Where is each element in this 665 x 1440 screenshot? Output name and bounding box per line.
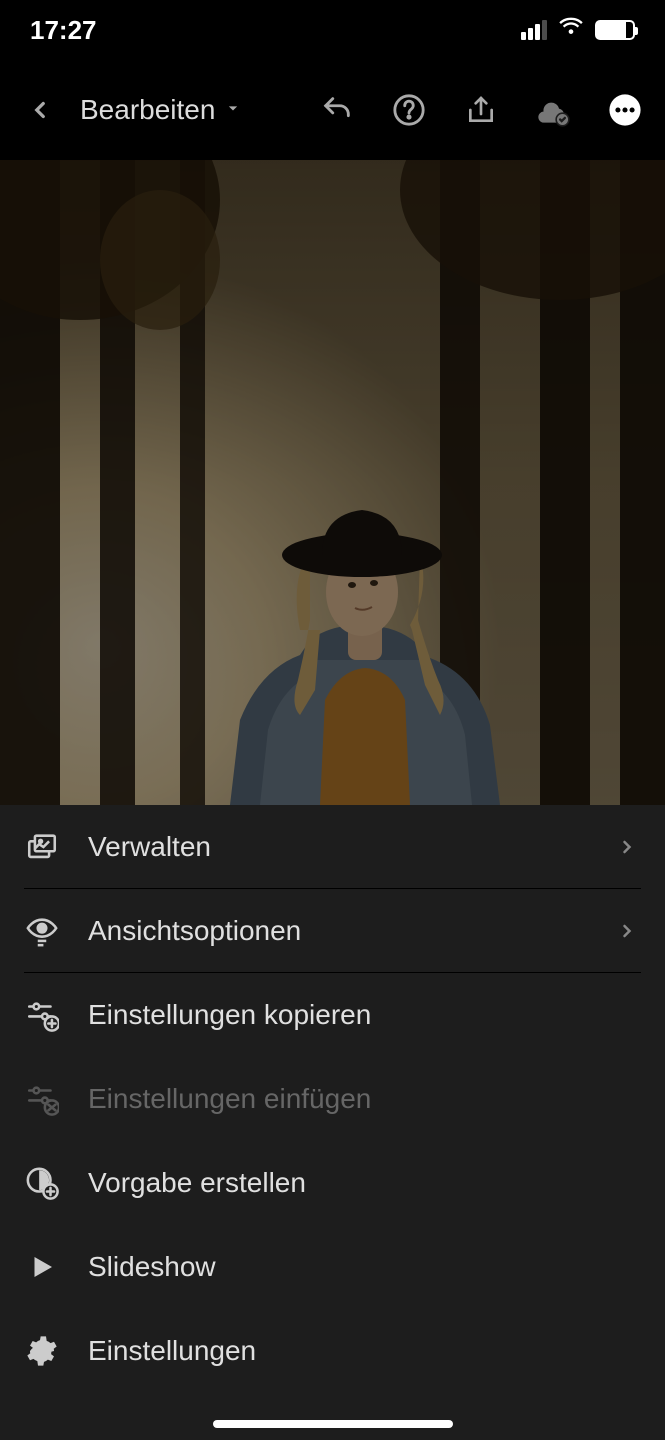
undo-button[interactable] [317, 90, 357, 130]
menu-label: Slideshow [88, 1251, 641, 1283]
menu-item-create-preset[interactable]: Vorgabe erstellen [24, 1141, 641, 1225]
help-button[interactable] [389, 90, 429, 130]
battery-icon [595, 20, 635, 40]
sliders-paste-icon [24, 1081, 60, 1117]
cellular-signal-icon [521, 20, 547, 40]
chevron-right-icon [617, 837, 641, 857]
menu-label: Vorgabe erstellen [88, 1167, 641, 1199]
more-button[interactable] [605, 90, 645, 130]
gear-icon [24, 1333, 60, 1369]
photo-preview [0, 160, 665, 805]
menu-item-settings[interactable]: Einstellungen [24, 1309, 641, 1393]
play-icon [24, 1249, 60, 1285]
page-title: Bearbeiten [80, 94, 215, 126]
chevron-right-icon [617, 921, 641, 941]
top-bar: Bearbeiten [0, 60, 665, 160]
menu-label: Ansichtsoptionen [88, 915, 589, 947]
preset-create-icon [24, 1165, 60, 1201]
status-indicators [521, 13, 635, 48]
caret-down-icon [223, 98, 243, 123]
status-bar: 17:27 [0, 0, 665, 60]
menu-item-copy-settings[interactable]: Einstellungen kopieren [24, 973, 641, 1057]
menu-item-slideshow[interactable]: Slideshow [24, 1225, 641, 1309]
menu-label: Einstellungen kopieren [88, 999, 641, 1031]
menu-item-organize[interactable]: Verwalten [24, 805, 641, 889]
menu-item-paste-settings: Einstellungen einfügen [24, 1057, 641, 1141]
cloud-sync-icon[interactable] [533, 90, 573, 130]
menu-label: Einstellungen [88, 1335, 641, 1367]
menu-item-view-options[interactable]: Ansichtsoptionen [24, 889, 641, 973]
overflow-menu: Verwalten Ansichtsoptionen Einstellungen… [0, 805, 665, 1440]
organize-icon [24, 829, 60, 865]
mode-dropdown[interactable]: Bearbeiten [80, 94, 317, 126]
eye-options-icon [24, 913, 60, 949]
wifi-icon [557, 13, 585, 48]
back-button[interactable] [20, 97, 60, 123]
share-button[interactable] [461, 90, 501, 130]
status-time: 17:27 [30, 15, 97, 46]
home-indicator[interactable] [213, 1420, 453, 1428]
menu-label: Verwalten [88, 831, 589, 863]
menu-label: Einstellungen einfügen [88, 1083, 641, 1115]
sliders-copy-icon [24, 997, 60, 1033]
